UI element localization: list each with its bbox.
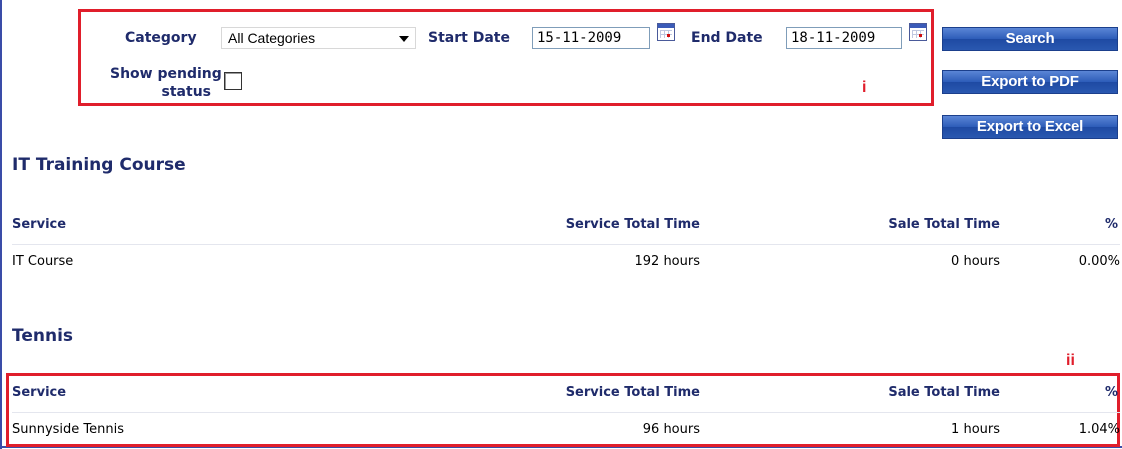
page-left-border [0,0,2,449]
column-header-service-total-time: Service Total Time [565,385,700,400]
cell-service-total-time: 192 hours [634,254,701,269]
annotation-marker-ii: ii [1066,352,1075,369]
section-title-tennis: Tennis [12,326,74,346]
row-divider [12,412,1120,413]
cell-percent: 0.00% [1078,254,1120,269]
annotation-marker-i: i [862,79,867,96]
cell-percent: 1.04% [1078,422,1120,437]
column-header-sale-total-time: Sale Total Time [888,217,1000,232]
section-title-it-training: IT Training Course [12,155,186,175]
column-header-service: Service [12,385,67,400]
export-excel-button[interactable]: Export to Excel [942,115,1118,139]
column-header-sale-total-time: Sale Total Time [888,385,1000,400]
column-header-service-total-time: Service Total Time [565,217,700,232]
annotation-box-filters [78,9,934,106]
column-header-service: Service [12,217,67,232]
cell-sale-total-time: 0 hours [951,254,1000,269]
cell-service: IT Course [12,254,74,269]
column-header-percent: % [1104,385,1118,400]
cell-sale-total-time: 1 hours [951,422,1000,437]
export-pdf-button[interactable]: Export to PDF [942,70,1118,94]
column-header-percent: % [1104,217,1118,232]
cell-service-total-time: 96 hours [642,422,700,437]
row-divider [12,244,1120,245]
search-button[interactable]: Search [942,27,1118,51]
cell-service: Sunnyside Tennis [12,422,125,437]
